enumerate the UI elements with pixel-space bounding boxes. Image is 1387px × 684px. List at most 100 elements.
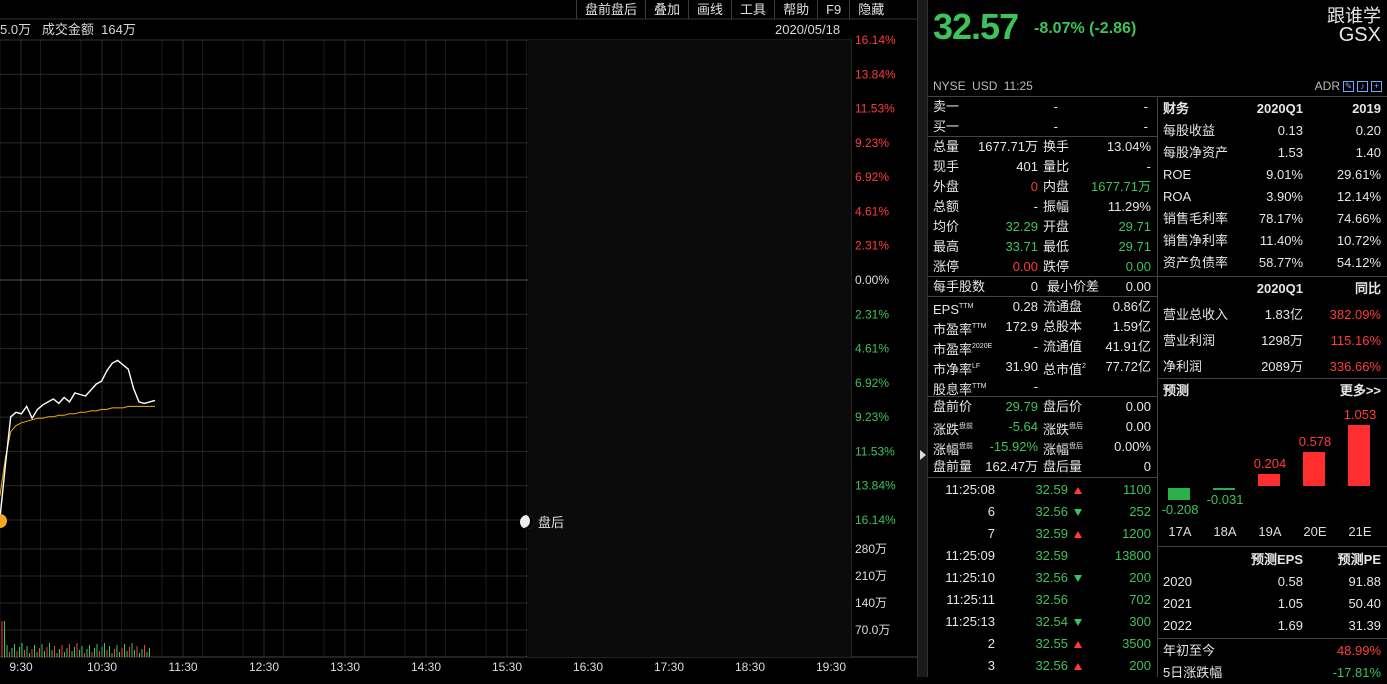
forecast-year-label: 2021 <box>1163 596 1192 611</box>
stat-row: 均价 32.29 开盘 29.71 <box>928 217 1157 237</box>
y-tick-down: 16.14% <box>855 513 896 527</box>
forecast-more-link[interactable]: 更多>> <box>1308 380 1381 402</box>
chart-date: 2020/05/18 <box>775 22 841 37</box>
panel-splitter[interactable] <box>917 0 928 677</box>
tick-price: 32.54 <box>1035 614 1068 629</box>
valuation-label-sup: TTM <box>972 383 987 390</box>
book-row: 卖一 - - <box>928 97 1157 117</box>
ytd-label: 年初至今 <box>1163 643 1216 658</box>
valuation-row: 市盈率TTM 172.9 总股本 1.59亿 <box>928 317 1157 337</box>
bell-icon[interactable]: ♪ <box>1357 80 1368 92</box>
book-row: 买一 - - <box>928 117 1157 137</box>
y-tick-up: 16.14% <box>855 33 896 47</box>
forecast-bar <box>1303 452 1325 486</box>
edit-icon[interactable]: ✎ <box>1343 80 1354 92</box>
forecast-bar <box>1168 488 1190 501</box>
finance-value-2: 10.72% <box>1336 233 1381 248</box>
forecast-eps-value: 1.69 <box>1277 618 1303 633</box>
valuation-value: - <box>1033 339 1038 354</box>
menu-item-4[interactable]: 帮助 <box>774 0 817 19</box>
valuation-label-sup: TTM <box>972 323 987 330</box>
finance-value-2: 12.14% <box>1336 189 1381 204</box>
adr-label[interactable]: ADR <box>1315 79 1340 93</box>
stat-label: 振幅 <box>1043 199 1070 214</box>
book-label: 卖一 <box>933 99 960 114</box>
finance-value-1: 0.13 <box>1277 123 1303 138</box>
tick-volume: 200 <box>1129 658 1151 673</box>
tick-price: 32.59 <box>1035 548 1068 563</box>
income-value: 1.83亿 <box>1264 307 1303 322</box>
x-tick: 14:30 <box>411 660 441 674</box>
stat-value: - <box>1146 159 1151 174</box>
forecast-pe-value: 31.39 <box>1348 618 1381 633</box>
volume-tick: 140万 <box>855 596 887 610</box>
stat-value: 29.71 <box>1118 239 1151 254</box>
forecast-row: 2020 0.58 91.88 <box>1158 571 1387 593</box>
forecast-table-header: 预测EPS 预测PE <box>1158 549 1387 571</box>
forecast-year-label: 2022 <box>1163 618 1192 633</box>
stat-label: 最低 <box>1043 239 1070 254</box>
extended-value: 0 <box>1143 459 1151 474</box>
menu-item-1[interactable]: 叠加 <box>645 0 688 19</box>
stat-value: 32.29 <box>1005 219 1038 234</box>
tick-volume: 1200 <box>1122 526 1151 541</box>
extended-value: -5.64 <box>1008 419 1038 434</box>
quote-panel: 32.57 -8.07% (-2.86) 跟谁学 GSX NYSE USD 11… <box>928 0 1387 680</box>
forecast-year: 18A <box>1213 524 1237 539</box>
stat-label: 跌停 <box>1043 259 1070 274</box>
y-tick-zero: 0.00% <box>855 273 889 287</box>
finance-row: 销售毛利率 78.17% 74.66% <box>1158 208 1387 230</box>
book-price: - <box>1053 99 1058 114</box>
y-tick-up: 11.53% <box>855 102 895 116</box>
extended-value: -15.92% <box>989 439 1038 454</box>
valuation-value: 172.9 <box>1005 319 1038 334</box>
menu-item-6[interactable]: 隐藏 <box>849 0 892 19</box>
income-value: 1298万 <box>1261 333 1303 348</box>
stat-label: 均价 <box>933 219 960 234</box>
menu-item-2[interactable]: 画线 <box>688 0 731 19</box>
x-tick: 17:30 <box>654 660 684 674</box>
menu-item-0[interactable]: 盘前盘后 <box>576 0 645 19</box>
stat-value: 11.29% <box>1107 199 1151 214</box>
x-tick: 15:30 <box>492 660 522 674</box>
finance-value-2: 0.20 <box>1355 123 1381 138</box>
forecast-row: 2021 1.05 50.40 <box>1158 593 1387 615</box>
menu-item-3[interactable]: 工具 <box>731 0 774 19</box>
y-tick-down: 13.84% <box>855 479 896 493</box>
y-tick-up: 9.23% <box>855 136 889 150</box>
forecast-bar <box>1213 488 1235 490</box>
stat-label: 量比 <box>1043 159 1070 174</box>
valuation-value: 1.59亿 <box>1112 319 1151 334</box>
finance-label: 每股收益 <box>1163 123 1216 138</box>
finance-label: 资产负债率 <box>1163 255 1229 270</box>
extended-value: 0.00 <box>1125 399 1151 414</box>
menu-item-5[interactable]: F9 <box>817 0 849 19</box>
valuation-row: 股息率TTM - <box>928 377 1157 397</box>
income-row: 营业利润 1298万 115.16% <box>1158 330 1387 352</box>
stat-label: 现手 <box>933 159 960 174</box>
tick-price: 32.59 <box>1035 526 1068 541</box>
volume-tick: 210万 <box>855 569 887 583</box>
stat-row: 外盘 0 内盘 1677.71万 <box>928 177 1157 197</box>
tick-volume: 702 <box>1129 592 1151 607</box>
finance2-col-1: 2020Q1 <box>1256 281 1303 296</box>
intraday-chart[interactable]: 16.14% 13.84% 11.53% 9.23% 6.92% 4.61% 2.31% 0.… <box>0 0 917 677</box>
price-change: -8.07% (-2.86) <box>1034 20 1137 37</box>
finance-value-1: 58.77% <box>1258 255 1303 270</box>
down-arrow-icon <box>1071 567 1082 589</box>
finance-value-2: 29.61% <box>1336 167 1381 182</box>
finance-header-2: 2020Q1 同比 <box>1158 278 1387 300</box>
tick-price: 32.59 <box>1035 482 1068 497</box>
collapse-arrow-icon[interactable] <box>920 450 926 460</box>
five-day-value: -17.81% <box>1332 665 1381 680</box>
finance-label: 销售净利率 <box>1163 233 1229 248</box>
book-price: - <box>1053 119 1058 134</box>
forecast-header: 预测 更多>> <box>1158 380 1387 402</box>
y-tick-down: 2.31% <box>855 307 889 321</box>
tick-time: 11:25:10 <box>945 570 995 585</box>
forecast-eps-header: 预测EPS <box>1250 552 1303 567</box>
income-label: 营业总收入 <box>1163 307 1229 322</box>
add-icon[interactable]: + <box>1371 80 1382 92</box>
extended-value: 0.00 <box>1125 419 1151 434</box>
chart-menubar: 盘前盘后 叠加 画线 工具 帮助 F9 隐藏 <box>576 0 892 19</box>
